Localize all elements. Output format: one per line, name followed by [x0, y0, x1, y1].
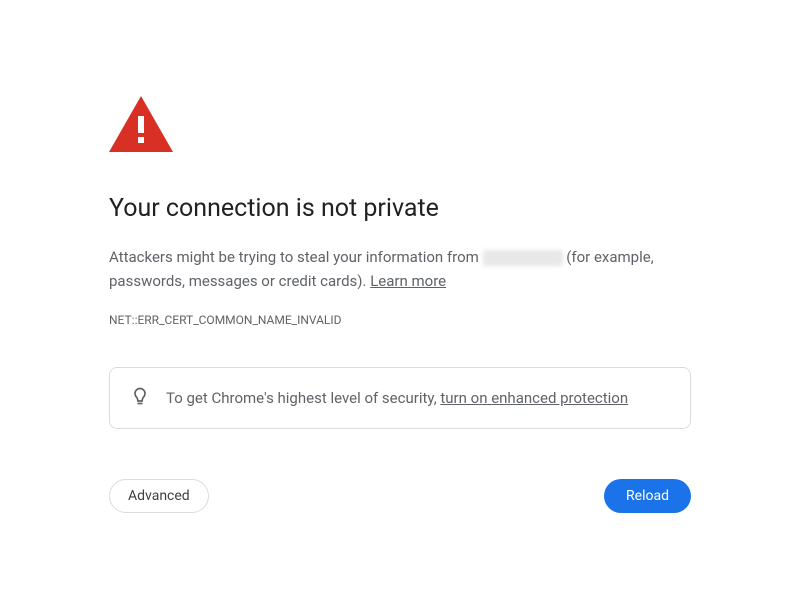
learn-more-link[interactable]: Learn more [370, 272, 446, 290]
button-row: Advanced Reload [109, 479, 691, 513]
description-prefix: Attackers might be trying to steal your … [109, 248, 483, 266]
error-description: Attackers might be trying to steal your … [109, 245, 691, 293]
info-text: To get Chrome's highest level of securit… [166, 389, 628, 407]
reload-button[interactable]: Reload [604, 479, 691, 513]
error-code: NET::ERR_CERT_COMMON_NAME_INVALID [109, 313, 691, 327]
advanced-button[interactable]: Advanced [109, 479, 209, 513]
error-page-container: Your connection is not private Attackers… [0, 0, 800, 513]
redacted-hostname [483, 250, 563, 266]
page-title: Your connection is not private [109, 194, 691, 223]
enhanced-protection-link[interactable]: turn on enhanced protection [440, 389, 628, 407]
info-prefix: To get Chrome's highest level of securit… [166, 389, 440, 407]
enhanced-protection-info-box: To get Chrome's highest level of securit… [109, 367, 691, 429]
lightbulb-icon [130, 386, 150, 410]
warning-triangle-icon [109, 96, 691, 156]
